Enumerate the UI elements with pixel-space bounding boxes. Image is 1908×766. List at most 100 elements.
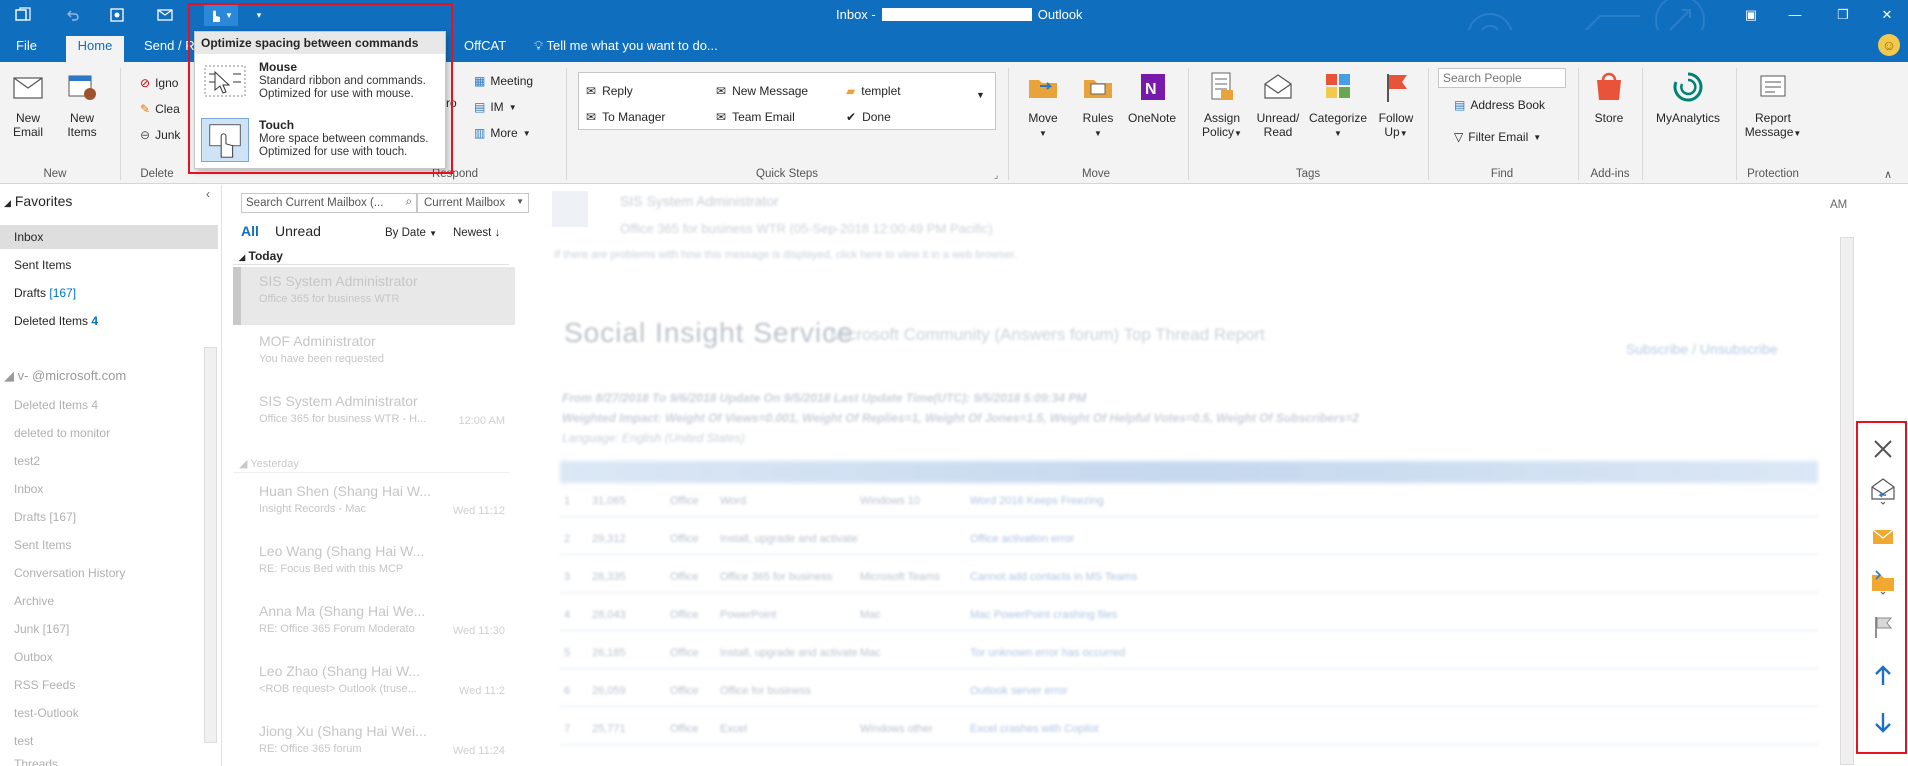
quickstep-templet[interactable]: ▰ templet — [846, 84, 901, 98]
table-row[interactable]: 7 25,771 Office Excel Windows other Excel cra… — [560, 713, 1818, 745]
quickstep-to-manager[interactable]: ✉︎ To Manager — [586, 110, 665, 124]
folder-item[interactable]: Sent Items — [14, 538, 71, 552]
myanalytics-button[interactable]: MyAnalytics — [1650, 70, 1726, 125]
collapse-folder-pane-icon[interactable]: ‹ — [206, 187, 210, 201]
collapse-ribbon-icon[interactable]: ∧ — [1884, 168, 1892, 181]
list-item[interactable]: Anna Ma (Shang Hai We... RE: Office 365 … — [233, 597, 515, 655]
quick-settings-icon[interactable] — [106, 4, 128, 26]
address-book-button[interactable]: ▤ Address Book — [1454, 98, 1545, 112]
group-header-today[interactable]: ◢ Today — [233, 245, 509, 265]
outlook-app-icon[interactable] — [12, 4, 34, 26]
unread-read-button[interactable]: Unread/ Read — [1254, 70, 1302, 139]
assign-policy-button[interactable]: Assign Policy▼ — [1196, 70, 1248, 141]
tell-me-box[interactable]: 💡︎ Tell me what you want to do... — [526, 36, 726, 62]
list-item[interactable]: Huan Shen (Shang Hai W... Insight Record… — [233, 477, 515, 535]
quickstep-team-email[interactable]: ✉︎ Team Email — [716, 110, 795, 124]
folder-item[interactable]: Outbox — [14, 650, 53, 664]
folder-item[interactable]: Archive — [14, 594, 54, 608]
store-button[interactable]: Store — [1590, 70, 1628, 125]
table-row[interactable]: 2 29,312 Office Install, upgrade and activa… — [560, 523, 1818, 555]
ribbon-display-options-icon[interactable]: ▣ — [1740, 4, 1762, 26]
smiley-feedback-icon[interactable]: ☺ — [1878, 34, 1900, 56]
filter-unread[interactable]: Unread — [275, 223, 321, 239]
ignore-button[interactable]: ⊘ Igno — [140, 76, 178, 90]
quick-steps-expand-icon[interactable]: ▼ — [976, 90, 985, 100]
folder-item[interactable]: test2 — [14, 454, 40, 468]
favorite-inbox[interactable]: Inbox — [14, 230, 43, 244]
new-items-button[interactable]: New Items — [58, 70, 106, 139]
clean-up-button[interactable]: ✎ Clea — [140, 102, 180, 116]
favorite-deleted-items[interactable]: Deleted Items 4 — [14, 314, 98, 328]
tab-offcat[interactable]: OffCAT — [456, 36, 514, 62]
new-email-button[interactable]: New Email — [6, 70, 50, 139]
quickstep-reply[interactable]: ✉︎ Reply — [586, 84, 633, 98]
minimize-button[interactable]: — — [1784, 4, 1806, 26]
folder-item[interactable]: Junk [167] — [14, 622, 69, 636]
favorite-drafts[interactable]: Drafts [167] — [14, 286, 76, 300]
reading-pane-scrollbar[interactable] — [1840, 237, 1854, 765]
report-message-button[interactable]: Report Message▼ — [1742, 70, 1804, 141]
info-bar[interactable]: If there are problems with how this mess… — [554, 249, 1017, 261]
close-window-button[interactable]: ✕ — [1876, 4, 1898, 26]
undo-icon[interactable] — [62, 4, 84, 26]
folder-item[interactable]: Threads — [14, 757, 58, 766]
folder-item[interactable]: Inbox — [14, 482, 43, 496]
tab-send-receive[interactable]: Send / R — [136, 36, 203, 62]
subscribe-link[interactable]: Subscribe / Unsubscribe — [1626, 341, 1778, 357]
table-row[interactable]: 1 31,065 Office Word Windows 10 Word 2016 Kee… — [560, 485, 1818, 517]
onenote-button[interactable]: N OneNote — [1126, 70, 1178, 125]
folder-item[interactable]: Conversation History — [14, 566, 125, 580]
folder-item[interactable]: test-Outlook — [14, 706, 79, 720]
delete-button[interactable] — [1867, 433, 1899, 465]
meeting-button[interactable]: ▦ Meeting — [474, 74, 533, 88]
search-scope-dropdown[interactable]: Current Mailbox ▼ — [417, 193, 529, 213]
folder-pane-scrollbar[interactable] — [204, 347, 217, 743]
previous-item-button[interactable] — [1867, 659, 1899, 691]
touch-mouse-mode-button[interactable]: ▼ — [204, 4, 238, 26]
rules-button[interactable]: Rules ▼ — [1078, 70, 1118, 141]
restore-button[interactable]: ❐ — [1832, 4, 1854, 26]
follow-up-button[interactable]: Follow Up▼ — [1372, 70, 1420, 141]
tab-file[interactable]: File — [8, 36, 45, 62]
mouse-mode-option[interactable]: Mouse Standard ribbon and commands. Opti… — [195, 56, 445, 110]
list-item[interactable]: Leo Zhao (Shang Hai W... <ROB request> O… — [233, 657, 515, 715]
group-header-yesterday[interactable]: ◢ Yesterday — [233, 453, 509, 473]
quick-steps-dialog-launcher[interactable]: ⌟ — [994, 170, 998, 181]
flag-button[interactable] — [1867, 611, 1899, 643]
more-respond-button[interactable]: ▥ More ▼ — [474, 126, 531, 140]
filter-all[interactable]: All — [241, 223, 259, 239]
list-item[interactable]: Leo Wang (Shang Hai W... RE: Focus Bed w… — [233, 537, 515, 595]
send-receive-icon[interactable] — [154, 4, 176, 26]
sort-order-toggle[interactable]: Newest ↓ — [453, 227, 500, 239]
folder-item[interactable]: RSS Feeds — [14, 678, 75, 692]
quickstep-done[interactable]: ✔ Done — [846, 110, 891, 124]
folder-item[interactable]: Drafts [167] — [14, 510, 76, 524]
account-header[interactable]: ◢ v- @microsoft.com — [4, 368, 126, 384]
table-row[interactable]: 3 28,335 Office Office 365 for business Micr… — [560, 561, 1818, 593]
sort-by-dropdown[interactable]: By Date ▼ — [385, 227, 437, 239]
folder-item[interactable]: deleted to monitor — [14, 426, 110, 440]
folder-item[interactable]: Deleted Items 4 — [14, 398, 98, 412]
list-item[interactable]: Jiong Xu (Shang Hai Wei... RE: Office 36… — [233, 717, 515, 766]
touch-mode-option[interactable]: Touch More space between commands. Optim… — [195, 114, 445, 168]
move-to-folder-button[interactable] — [1867, 565, 1899, 597]
favorite-sent-items[interactable]: Sent Items — [14, 258, 71, 272]
mark-unread-button[interactable] — [1867, 521, 1899, 553]
search-people-input[interactable] — [1438, 68, 1566, 88]
quickstep-new-message[interactable]: ✉︎ New Message — [716, 84, 808, 98]
table-row[interactable]: 6 26,059 Office Office for business Outlook … — [560, 675, 1818, 707]
junk-button[interactable]: ⊖ Junk — [140, 128, 180, 142]
list-item[interactable]: SIS System Administrator Office 365 for … — [233, 267, 515, 325]
move-button[interactable]: Move ▼ — [1024, 70, 1062, 141]
table-row[interactable]: 5 26,185 Office Install, upgrade and activa… — [560, 637, 1818, 669]
table-row[interactable]: 4 28,043 Office PowerPoint Mac Mac PowerPoint… — [560, 599, 1818, 631]
next-item-button[interactable] — [1867, 707, 1899, 739]
respond-button[interactable] — [1867, 475, 1899, 507]
customize-toolbar-icon[interactable]: ▾ — [248, 4, 270, 26]
list-item[interactable]: MOF Administrator You have been requeste… — [233, 327, 515, 385]
filter-email-button[interactable]: ▽ Filter Email ▼ — [1454, 130, 1541, 144]
search-mailbox-input[interactable]: Search Current Mailbox (... ⌕ — [241, 193, 417, 213]
tab-home[interactable]: Home — [66, 36, 124, 62]
categorize-button[interactable]: Categorize ▼ — [1308, 70, 1368, 141]
list-item[interactable]: SIS System Administrator Office 365 for … — [233, 387, 515, 445]
